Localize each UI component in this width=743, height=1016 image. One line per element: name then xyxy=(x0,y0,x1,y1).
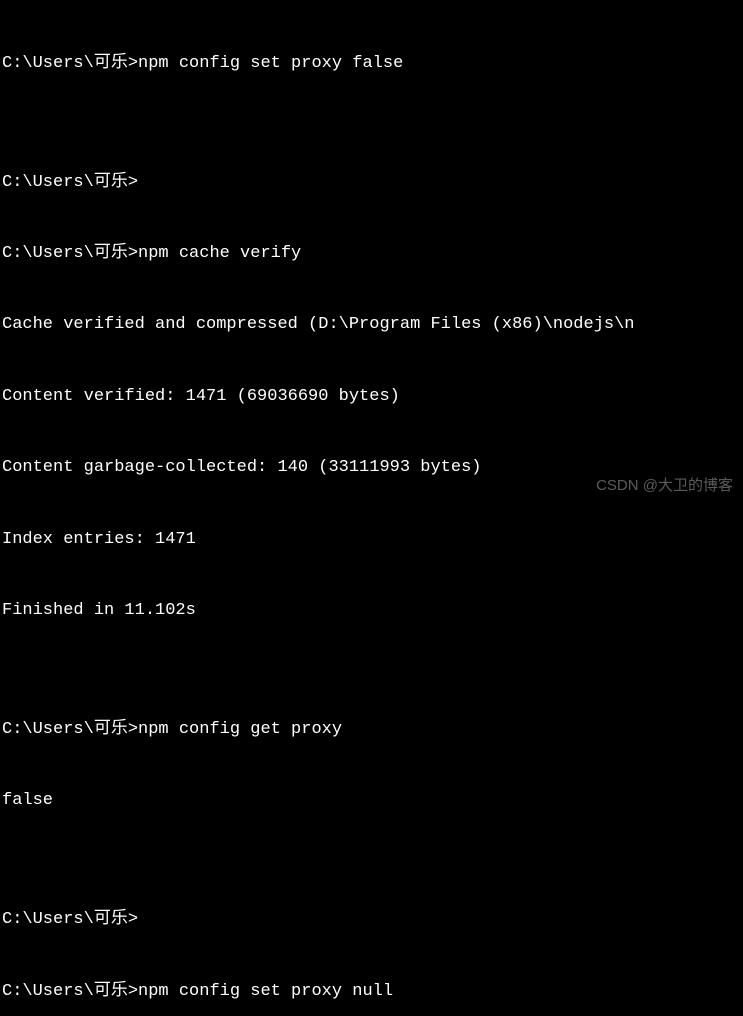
command-text: npm config get proxy xyxy=(138,720,342,739)
command-text: npm config set proxy false xyxy=(138,54,403,73)
output-text: false xyxy=(2,791,53,810)
prompt-label: C:\Users\可乐> xyxy=(2,910,138,929)
prompt-label: C:\Users\可乐> xyxy=(2,173,138,192)
output-line: Cache verified and compressed (D:\Progra… xyxy=(2,313,741,337)
command-line[interactable]: C:\Users\可乐> xyxy=(2,908,741,932)
output-line: Content verified: 1471 (69036690 bytes) xyxy=(2,385,741,409)
output-text: Cache verified and compressed (D:\Progra… xyxy=(2,315,635,334)
output-line: Index entries: 1471 xyxy=(2,528,741,552)
command-line[interactable]: C:\Users\可乐>npm config set proxy null xyxy=(2,980,741,1004)
command-text: npm cache verify xyxy=(138,244,301,263)
output-text: Finished in 11.102s xyxy=(2,601,196,620)
terminal-window[interactable]: C:\Users\可乐>npm config set proxy false C… xyxy=(0,0,743,1016)
output-line: Finished in 11.102s xyxy=(2,599,741,623)
output-text: Content garbage-collected: 140 (33111993… xyxy=(2,458,481,477)
command-line[interactable]: C:\Users\可乐> xyxy=(2,171,741,195)
command-line[interactable]: C:\Users\可乐>npm cache verify xyxy=(2,242,741,266)
prompt-label: C:\Users\可乐> xyxy=(2,54,138,73)
output-line: false xyxy=(2,789,741,813)
command-line[interactable]: C:\Users\可乐>npm config get proxy xyxy=(2,718,741,742)
output-text: Index entries: 1471 xyxy=(2,530,196,549)
prompt-label: C:\Users\可乐> xyxy=(2,720,138,739)
prompt-label: C:\Users\可乐> xyxy=(2,982,138,1001)
prompt-label: C:\Users\可乐> xyxy=(2,244,138,263)
command-text: npm config set proxy null xyxy=(138,982,393,1001)
output-text: Content verified: 1471 (69036690 bytes) xyxy=(2,387,400,406)
watermark-text: CSDN @大卫的博客 xyxy=(596,475,733,496)
command-line[interactable]: C:\Users\可乐>npm config set proxy false xyxy=(2,52,741,76)
